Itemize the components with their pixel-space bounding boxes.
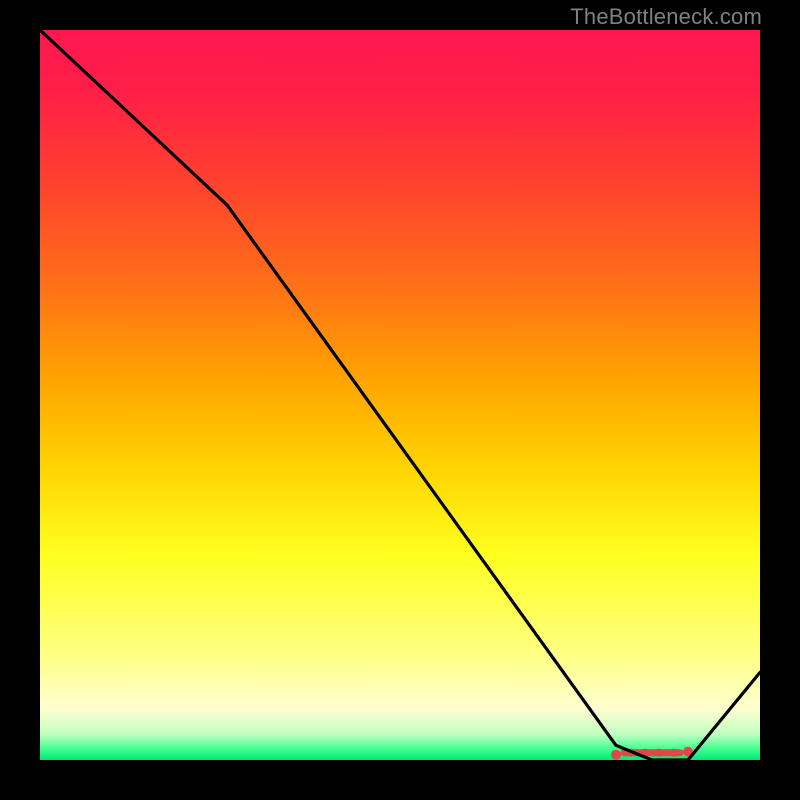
bottleneck-chart — [40, 30, 760, 760]
chart-frame: TheBottleneck.com — [0, 0, 800, 800]
watermark-text: TheBottleneck.com — [570, 4, 762, 30]
gradient-background — [40, 30, 760, 760]
